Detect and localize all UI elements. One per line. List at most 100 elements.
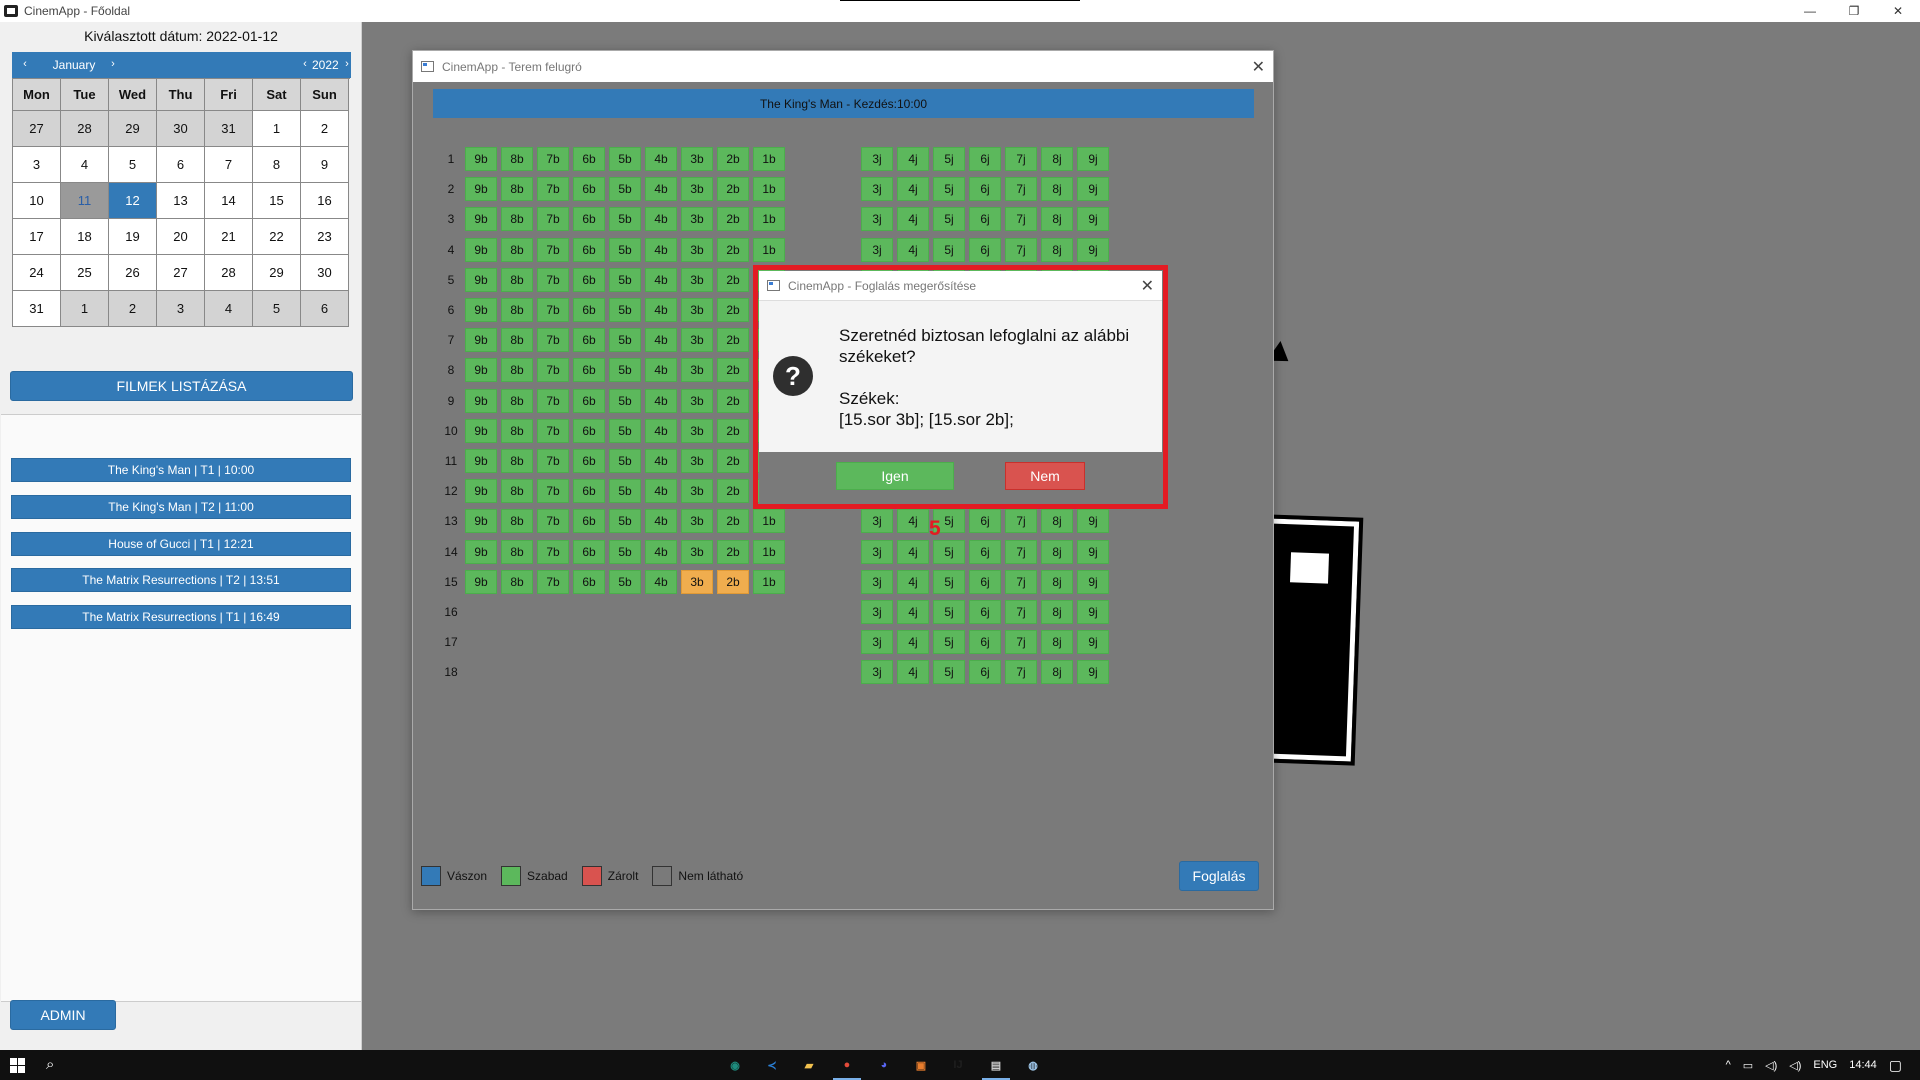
seat[interactable]: 6b bbox=[573, 358, 605, 382]
seat[interactable]: 1b bbox=[753, 147, 785, 171]
calendar-day[interactable]: 4 bbox=[61, 147, 109, 183]
seat[interactable]: 7b bbox=[537, 298, 569, 322]
seat[interactable]: 5j bbox=[933, 630, 965, 654]
seat[interactable]: 8j bbox=[1041, 238, 1073, 262]
seat[interactable]: 8j bbox=[1041, 660, 1073, 684]
movie-item[interactable]: House of Gucci | T1 | 12:21 bbox=[11, 532, 351, 556]
seat[interactable]: 9j bbox=[1077, 630, 1109, 654]
volume-icon[interactable]: ◁) bbox=[1765, 1059, 1777, 1072]
seat[interactable]: 9b bbox=[465, 177, 497, 201]
maximize-button[interactable]: ❐ bbox=[1832, 0, 1876, 22]
seat[interactable]: 2b bbox=[717, 358, 749, 382]
seat[interactable]: 6b bbox=[573, 419, 605, 443]
seat[interactable]: 5j bbox=[933, 207, 965, 231]
search-icon[interactable]: ⌕ bbox=[46, 1056, 54, 1073]
seat[interactable]: 4b bbox=[645, 268, 677, 292]
seat[interactable]: 5b bbox=[609, 238, 641, 262]
seat[interactable]: 6b bbox=[573, 207, 605, 231]
seat[interactable]: 8j bbox=[1041, 147, 1073, 171]
next-month-button[interactable]: › bbox=[104, 58, 122, 70]
seat[interactable]: 3j bbox=[861, 540, 893, 564]
seat[interactable]: 5b bbox=[609, 479, 641, 503]
seat[interactable]: 7b bbox=[537, 419, 569, 443]
seat[interactable]: 9j bbox=[1077, 147, 1109, 171]
seat[interactable]: 2b bbox=[717, 540, 749, 564]
seat[interactable]: 5b bbox=[609, 509, 641, 533]
seat[interactable]: 6j bbox=[969, 177, 1001, 201]
seat[interactable]: 9b bbox=[465, 389, 497, 413]
seat[interactable]: 8j bbox=[1041, 540, 1073, 564]
seat[interactable]: 4j bbox=[897, 177, 929, 201]
notifications-icon[interactable]: ▢ bbox=[1889, 1057, 1902, 1074]
seat[interactable]: 7b bbox=[537, 449, 569, 473]
seat[interactable]: 5b bbox=[609, 419, 641, 443]
seat[interactable]: 3j bbox=[861, 630, 893, 654]
speaker-icon[interactable]: ◁) bbox=[1789, 1059, 1801, 1072]
yes-button[interactable]: Igen bbox=[836, 462, 954, 490]
seat[interactable]: 7b bbox=[537, 268, 569, 292]
seat[interactable]: 3j bbox=[861, 570, 893, 594]
movie-item[interactable]: The Matrix Resurrections | T2 | 13:51 bbox=[11, 568, 351, 592]
seat[interactable]: 4j bbox=[897, 600, 929, 624]
seat[interactable]: 3b bbox=[681, 238, 713, 262]
seat[interactable]: 9j bbox=[1077, 540, 1109, 564]
seat[interactable]: 5b bbox=[609, 449, 641, 473]
seat[interactable]: 6b bbox=[573, 147, 605, 171]
seat[interactable]: 1b bbox=[753, 570, 785, 594]
calendar-day[interactable]: 21 bbox=[205, 219, 253, 255]
seat[interactable]: 8b bbox=[501, 328, 533, 352]
calendar-day[interactable]: 11 bbox=[61, 183, 109, 219]
seat[interactable]: 9j bbox=[1077, 238, 1109, 262]
seat[interactable]: 3b bbox=[681, 147, 713, 171]
seat[interactable]: 3j bbox=[861, 600, 893, 624]
seat[interactable]: 5j bbox=[933, 600, 965, 624]
seat[interactable]: 6b bbox=[573, 268, 605, 292]
seat[interactable]: 9b bbox=[465, 358, 497, 382]
seat[interactable]: 8b bbox=[501, 419, 533, 443]
calendar-day[interactable]: 6 bbox=[157, 147, 205, 183]
seat[interactable]: 7b bbox=[537, 570, 569, 594]
seat[interactable]: 3j bbox=[861, 207, 893, 231]
seat[interactable]: 9j bbox=[1077, 509, 1109, 533]
seat[interactable]: 6b bbox=[573, 389, 605, 413]
seat[interactable]: 4b bbox=[645, 238, 677, 262]
seat[interactable]: 2b bbox=[717, 177, 749, 201]
calendar-day[interactable]: 27 bbox=[13, 111, 61, 147]
seat[interactable]: 7j bbox=[1005, 540, 1037, 564]
seat[interactable]: 7j bbox=[1005, 509, 1037, 533]
seat[interactable]: 9b bbox=[465, 238, 497, 262]
seat[interactable]: 3b bbox=[681, 177, 713, 201]
seat[interactable]: 4b bbox=[645, 328, 677, 352]
seat[interactable]: 2b bbox=[717, 328, 749, 352]
seat[interactable]: 8j bbox=[1041, 600, 1073, 624]
seat[interactable]: 3b bbox=[681, 328, 713, 352]
seat[interactable]: 6b bbox=[573, 509, 605, 533]
seat[interactable]: 9b bbox=[465, 479, 497, 503]
file-explorer-icon[interactable]: ▰ bbox=[799, 1055, 819, 1075]
calendar-day[interactable]: 12 bbox=[109, 183, 157, 219]
next-year-button[interactable]: › bbox=[338, 58, 356, 70]
movie-item[interactable]: The King's Man | T1 | 10:00 bbox=[11, 458, 351, 482]
seat[interactable]: 2b bbox=[717, 147, 749, 171]
seat[interactable]: 7j bbox=[1005, 600, 1037, 624]
calendar-day[interactable]: 3 bbox=[157, 291, 205, 327]
seat[interactable]: 5b bbox=[609, 177, 641, 201]
calendar-day[interactable]: 5 bbox=[109, 147, 157, 183]
seat[interactable]: 4b bbox=[645, 509, 677, 533]
seat[interactable]: 5b bbox=[609, 540, 641, 564]
calendar-day[interactable]: 2 bbox=[109, 291, 157, 327]
seat[interactable]: 8b bbox=[501, 389, 533, 413]
calendar-day[interactable]: 30 bbox=[301, 255, 349, 291]
seat[interactable]: 6j bbox=[969, 540, 1001, 564]
seat[interactable]: 6b bbox=[573, 238, 605, 262]
seat[interactable]: 6j bbox=[969, 600, 1001, 624]
seat[interactable]: 5j bbox=[933, 147, 965, 171]
seat[interactable]: 7j bbox=[1005, 147, 1037, 171]
confirm-close-icon[interactable]: ✕ bbox=[1141, 276, 1154, 296]
movie-item[interactable]: The Matrix Resurrections | T1 | 16:49 bbox=[11, 605, 351, 629]
seat[interactable]: 3b bbox=[681, 419, 713, 443]
seat[interactable]: 9j bbox=[1077, 660, 1109, 684]
seat[interactable]: 9b bbox=[465, 268, 497, 292]
seat[interactable]: 9b bbox=[465, 419, 497, 443]
seat[interactable]: 8j bbox=[1041, 509, 1073, 533]
